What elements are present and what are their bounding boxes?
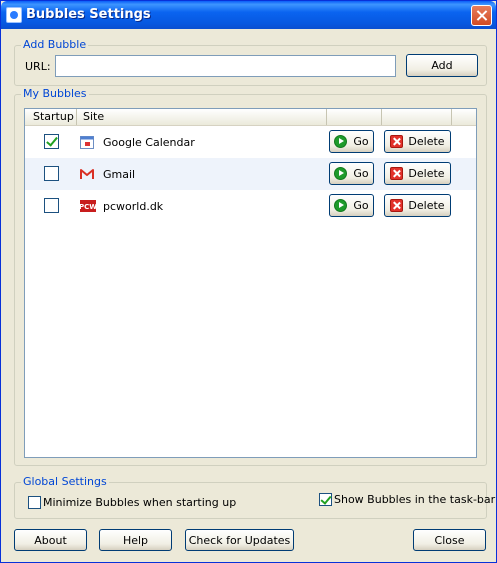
title-bar[interactable]: Bubbles Settings (1, 1, 496, 29)
column-header-startup[interactable]: Startup (25, 109, 77, 125)
site-name: Google Calendar (103, 136, 195, 149)
taskbar-label[interactable]: Show Bubbles in the task-bar (334, 493, 495, 506)
close-window-icon[interactable] (471, 5, 492, 26)
go-button[interactable]: Go (329, 194, 374, 217)
go-icon (334, 167, 348, 180)
taskbar-checkbox[interactable] (319, 493, 332, 506)
delete-button[interactable]: Delete (384, 162, 451, 185)
delete-label: Delete (408, 199, 445, 212)
help-button[interactable]: Help (99, 529, 172, 551)
svg-text:PCW: PCW (80, 203, 96, 211)
go-icon (334, 199, 348, 212)
global-settings-group-label: Global Settings (21, 475, 109, 488)
startup-checkbox[interactable] (44, 166, 59, 181)
url-input[interactable] (55, 55, 396, 77)
column-header-delete (382, 109, 452, 125)
bubbles-list: Startup Site Google Calendar Go Delete G… (24, 108, 477, 458)
list-item: PCW pcworld.dk Go Delete (25, 190, 476, 222)
column-header-go (327, 109, 382, 125)
go-label: Go (353, 167, 369, 180)
delete-icon (390, 135, 404, 148)
minimize-checkbox[interactable] (28, 496, 41, 509)
delete-icon (390, 167, 404, 180)
list-item: Google Calendar Go Delete (25, 126, 476, 158)
delete-label: Delete (408, 167, 445, 180)
add-bubble-group-label: Add Bubble (21, 38, 89, 51)
my-bubbles-group-label: My Bubbles (21, 87, 89, 100)
go-icon (334, 135, 348, 148)
go-label: Go (353, 199, 369, 212)
add-bubble-group: Add Bubble URL: Add (14, 38, 487, 86)
minimize-label[interactable]: Minimize Bubbles when starting up (43, 496, 236, 509)
global-settings-group: Global Settings Minimize Bubbles when st… (14, 475, 495, 519)
window-title: Bubbles Settings (26, 7, 151, 22)
list-item: Gmail Go Delete (25, 158, 476, 190)
go-button[interactable]: Go (329, 130, 374, 153)
about-button[interactable]: About (14, 529, 87, 551)
delete-icon (390, 199, 404, 212)
settings-window: Bubbles Settings Add Bubble URL: Add My … (0, 0, 497, 563)
startup-checkbox[interactable] (44, 198, 59, 213)
pcworld-icon: PCW (80, 200, 96, 212)
app-icon (6, 7, 22, 23)
go-label: Go (353, 135, 369, 148)
add-button[interactable]: Add (406, 54, 478, 77)
google-calendar-icon (80, 136, 94, 149)
close-button[interactable]: Close (413, 529, 486, 551)
startup-checkbox[interactable] (44, 134, 59, 149)
delete-button[interactable]: Delete (384, 194, 451, 217)
url-label: URL: (25, 60, 51, 73)
gmail-icon (80, 169, 94, 179)
my-bubbles-group: My Bubbles Startup Site Google Calendar … (14, 87, 487, 466)
delete-label: Delete (408, 135, 445, 148)
go-button[interactable]: Go (329, 162, 374, 185)
site-name: pcworld.dk (103, 200, 164, 213)
column-header-site[interactable]: Site (77, 109, 327, 125)
check-for-updates-button[interactable]: Check for Updates (185, 529, 294, 551)
list-header: Startup Site (25, 109, 476, 126)
site-name: Gmail (103, 168, 136, 181)
delete-button[interactable]: Delete (384, 130, 451, 153)
